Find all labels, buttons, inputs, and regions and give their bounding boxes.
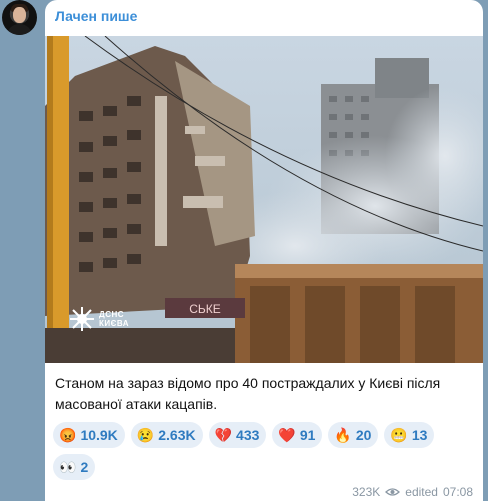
avatar-body xyxy=(7,24,32,35)
watermark-line2: КИЄВА xyxy=(99,319,129,328)
message-time: 07:08 xyxy=(442,485,473,499)
reaction-heart[interactable]: ❤️ 91 xyxy=(272,422,323,448)
reaction-count: 13 xyxy=(411,427,428,443)
message-bubble: Лачен пише СЬКЕ ДСНС КИЄВА Станом на зар… xyxy=(45,0,483,501)
reaction-grimacing[interactable]: 😬 13 xyxy=(384,422,435,448)
author-name[interactable]: Лачен пише xyxy=(55,8,137,24)
reaction-count: 2 xyxy=(80,459,89,475)
fire-icon: 🔥 xyxy=(334,426,352,443)
reaction-count: 433 xyxy=(236,427,260,443)
dsns-emblem-icon xyxy=(70,307,94,331)
reaction-eyes[interactable]: 👀 2 xyxy=(53,454,96,480)
reaction-count: 10.9K xyxy=(80,427,118,443)
dsns-watermark: ДСНС КИЄВА xyxy=(69,306,129,332)
red-heart-icon: ❤️ xyxy=(278,426,296,443)
post-caption: Станом на зараз відомо про 40 постраждал… xyxy=(55,375,441,412)
reaction-count: 2.63K xyxy=(158,427,196,443)
eye-icon xyxy=(385,488,401,496)
reaction-broken-heart[interactable]: 💔 433 xyxy=(208,422,267,448)
reaction-fire[interactable]: 🔥 20 xyxy=(328,422,379,448)
crying-face-icon: 😢 xyxy=(136,426,155,443)
channel-avatar[interactable] xyxy=(2,0,37,35)
reactions-bar: 😡 10.9K 😢 2.63K 💔 433 ❤️ 91 🔥 20 😬 13 👀 … xyxy=(53,422,478,480)
reaction-angry[interactable]: 😡 10.9K xyxy=(53,422,125,448)
view-count: 323K xyxy=(352,485,381,499)
reaction-crying[interactable]: 😢 2.63K xyxy=(130,422,203,448)
edited-label: edited xyxy=(405,485,438,499)
grimacing-face-icon: 😬 xyxy=(390,426,408,443)
angry-face-icon: 😡 xyxy=(59,426,77,443)
watermark-line1: ДСНС xyxy=(99,310,125,319)
post-photo[interactable]: СЬКЕ ДСНС КИЄВА xyxy=(45,36,483,363)
broken-heart-icon: 💔 xyxy=(214,426,233,443)
eyes-icon: 👀 xyxy=(59,458,77,475)
message-footer: 323K edited 07:08 xyxy=(352,485,473,499)
reaction-count: 91 xyxy=(299,427,316,443)
avatar-face xyxy=(13,7,26,23)
reaction-count: 20 xyxy=(355,427,372,443)
shop-sign-text: СЬКЕ xyxy=(189,302,221,316)
